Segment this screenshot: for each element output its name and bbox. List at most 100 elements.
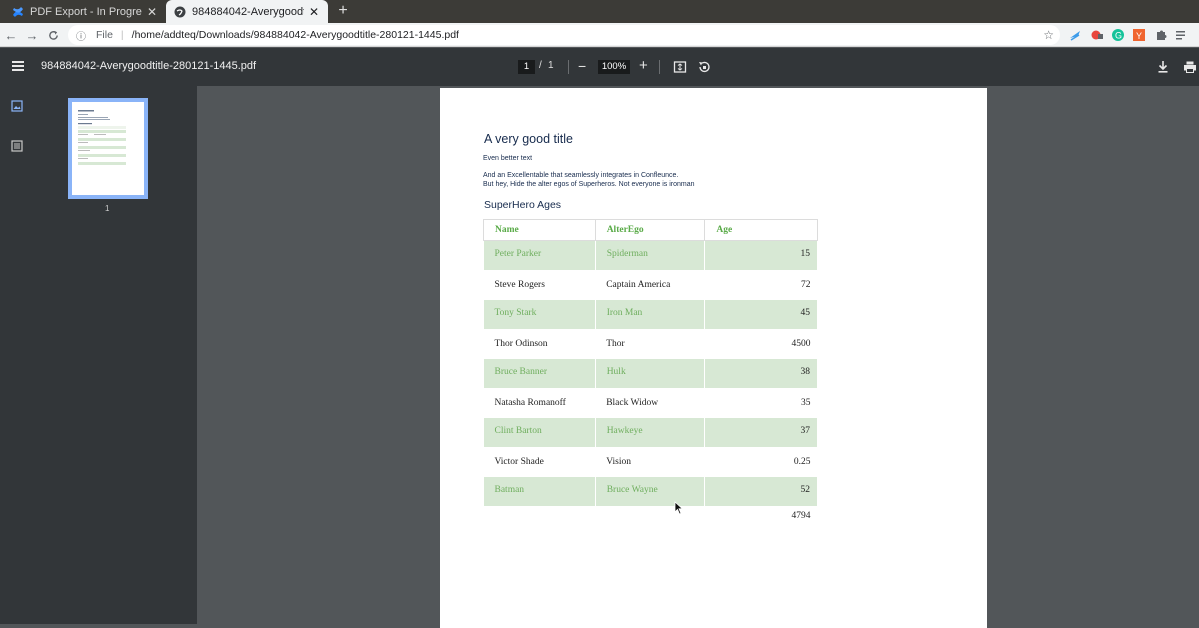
cell-age: 45	[704, 299, 818, 329]
total-pages: 1	[548, 60, 554, 71]
table-row: Thor Odinson Thor 4500	[484, 329, 818, 359]
new-tab-button[interactable]: +	[334, 2, 352, 20]
document-paragraph: And an Excellentable that seamlessly int…	[483, 172, 679, 179]
document-paragraph: But hey, Hide the alter egos of Superher…	[483, 181, 695, 188]
table-row: Bruce Banner Hulk 38	[483, 358, 818, 388]
toolbar-divider	[568, 60, 569, 74]
pdf-sidebar: 1	[0, 86, 197, 624]
cell-alterego: Thor	[606, 338, 625, 349]
cell-age: 4500	[791, 338, 811, 349]
cell-alterego: Vision	[606, 456, 631, 467]
table-row: Clint Barton Hawkeye 37	[483, 417, 818, 447]
cell-age: 0.25	[793, 456, 811, 467]
rotate-icon[interactable]	[697, 60, 711, 74]
column-header-name: Name	[483, 219, 596, 241]
table-row: Victor Shade Vision 0.25	[484, 447, 818, 477]
cell-age: 38	[704, 358, 818, 388]
cell-alterego: Bruce Wayne	[595, 476, 706, 506]
page-separator: /	[539, 60, 542, 71]
document-title: A very good title	[484, 132, 573, 146]
pdf-page: A very good title Even better text And a…	[440, 88, 987, 628]
browser-tab-strip: PDF Export - In Progress ✕ 984884042-Ave…	[0, 0, 1199, 23]
cell-name: Clint Barton	[483, 417, 596, 447]
page-thumbnail[interactable]	[68, 98, 148, 199]
info-icon[interactable]: ⓘ	[76, 28, 88, 43]
download-icon[interactable]	[1157, 60, 1171, 74]
tab-pdf-file[interactable]: 984884042-Averygoodtitle ✕	[166, 0, 328, 23]
url-divider: |	[120, 29, 124, 41]
cell-age: 15	[704, 240, 818, 270]
cell-alterego: Spiderman	[595, 240, 706, 270]
cell-alterego: Hawkeye	[595, 417, 706, 447]
extensions-puzzle-icon[interactable]	[1154, 28, 1168, 42]
cell-age: 37	[704, 417, 818, 447]
forward-arrow-icon[interactable]: →	[23, 23, 41, 47]
cell-alterego: Black Widow	[606, 397, 659, 408]
close-tab-icon[interactable]: ✕	[308, 5, 320, 19]
print-icon[interactable]	[1183, 60, 1197, 74]
cell-name: Batman	[483, 476, 596, 506]
address-bar[interactable]: ⓘ File | /home/addteq/Downloads/98488404…	[68, 25, 1060, 45]
svg-text:Y: Y	[1136, 31, 1142, 41]
column-header-alterego: AlterEgo	[594, 219, 706, 241]
url-scheme-label: File	[96, 29, 113, 41]
cell-name: Tony Stark	[483, 299, 596, 329]
cell-name: Thor Odinson	[494, 338, 548, 349]
toolbar-divider	[659, 60, 660, 74]
cell-empty	[595, 506, 705, 526]
cell-name: Victor Shade	[494, 456, 544, 467]
table-row: Natasha Romanoff Black Widow 35	[484, 388, 818, 418]
cell-empty	[484, 506, 596, 526]
url-text: /home/addteq/Downloads/984884042-Averygo…	[131, 29, 459, 41]
thumbnail-view-icon[interactable]	[11, 99, 25, 113]
table-row: Batman Bruce Wayne 52	[483, 476, 818, 506]
table-total-row: 4794	[484, 506, 818, 526]
cell-alterego: Hulk	[595, 358, 706, 388]
tab-title: 984884042-Averygoodtitle	[192, 5, 304, 18]
cell-name: Steve Rogers	[494, 279, 545, 290]
svg-text:G: G	[1115, 31, 1122, 41]
extension-record-icon[interactable]	[1090, 28, 1104, 42]
pdf-viewer-toolbar: 984884042-Averygoodtitle-280121-1445.pdf…	[0, 48, 1199, 86]
reading-list-icon[interactable]	[1175, 28, 1195, 42]
cell-alterego: Iron Man	[595, 299, 706, 329]
globe-icon	[174, 6, 186, 18]
cell-name: Bruce Banner	[483, 358, 596, 388]
fit-to-page-icon[interactable]	[673, 60, 687, 74]
table-row: Peter Parker Spiderman 15	[483, 240, 818, 270]
column-header-age: Age	[704, 219, 818, 241]
extension-wing-icon[interactable]	[1068, 28, 1082, 42]
pdf-filename: 984884042-Averygoodtitle-280121-1445.pdf	[41, 60, 257, 72]
back-arrow-icon[interactable]: ←	[2, 23, 20, 47]
thumbnail-page-number: 1	[105, 204, 110, 213]
extension-grammarly-icon[interactable]: G	[1111, 28, 1125, 42]
tab-pdf-export[interactable]: PDF Export - In Progress ✕	[4, 0, 166, 23]
page-thumbnail-preview	[72, 102, 144, 195]
zoom-level-input[interactable]: 100%	[598, 60, 630, 74]
zoom-out-button[interactable]: −	[578, 58, 586, 74]
outline-view-icon[interactable]	[11, 139, 25, 153]
menu-hamburger-icon[interactable]	[12, 61, 24, 73]
page-number-input[interactable]: 1	[518, 60, 535, 74]
table-heading: SuperHero Ages	[484, 199, 562, 211]
cell-name: Peter Parker	[483, 240, 596, 270]
table-row: Steve Rogers Captain America 72	[484, 270, 818, 300]
superhero-table: Name AlterEgo Age Peter Parker Spiderman…	[483, 219, 818, 526]
cell-age: 72	[801, 279, 811, 290]
zoom-in-button[interactable]: +	[639, 57, 648, 74]
browser-toolbar: ← → ⓘ File | /home/addteq/Downloads/9848…	[0, 23, 1199, 47]
extension-hackernews-icon[interactable]: Y	[1132, 28, 1146, 42]
close-tab-icon[interactable]: ✕	[146, 5, 158, 19]
cell-total-age: 4794	[791, 511, 811, 521]
cell-name: Natasha Romanoff	[494, 397, 566, 408]
cell-alterego: Captain America	[606, 279, 671, 290]
document-subtitle: Even better text	[483, 155, 533, 162]
mouse-cursor-icon	[674, 501, 684, 515]
table-row: Tony Stark Iron Man 45	[483, 299, 818, 329]
confluence-icon	[12, 6, 24, 18]
bookmark-star-icon[interactable]: ☆	[1043, 28, 1054, 42]
cell-age: 35	[801, 397, 811, 408]
tab-title: PDF Export - In Progress	[30, 5, 142, 18]
table-header-row: Name AlterEgo Age	[483, 219, 818, 241]
reload-icon[interactable]	[44, 23, 62, 47]
